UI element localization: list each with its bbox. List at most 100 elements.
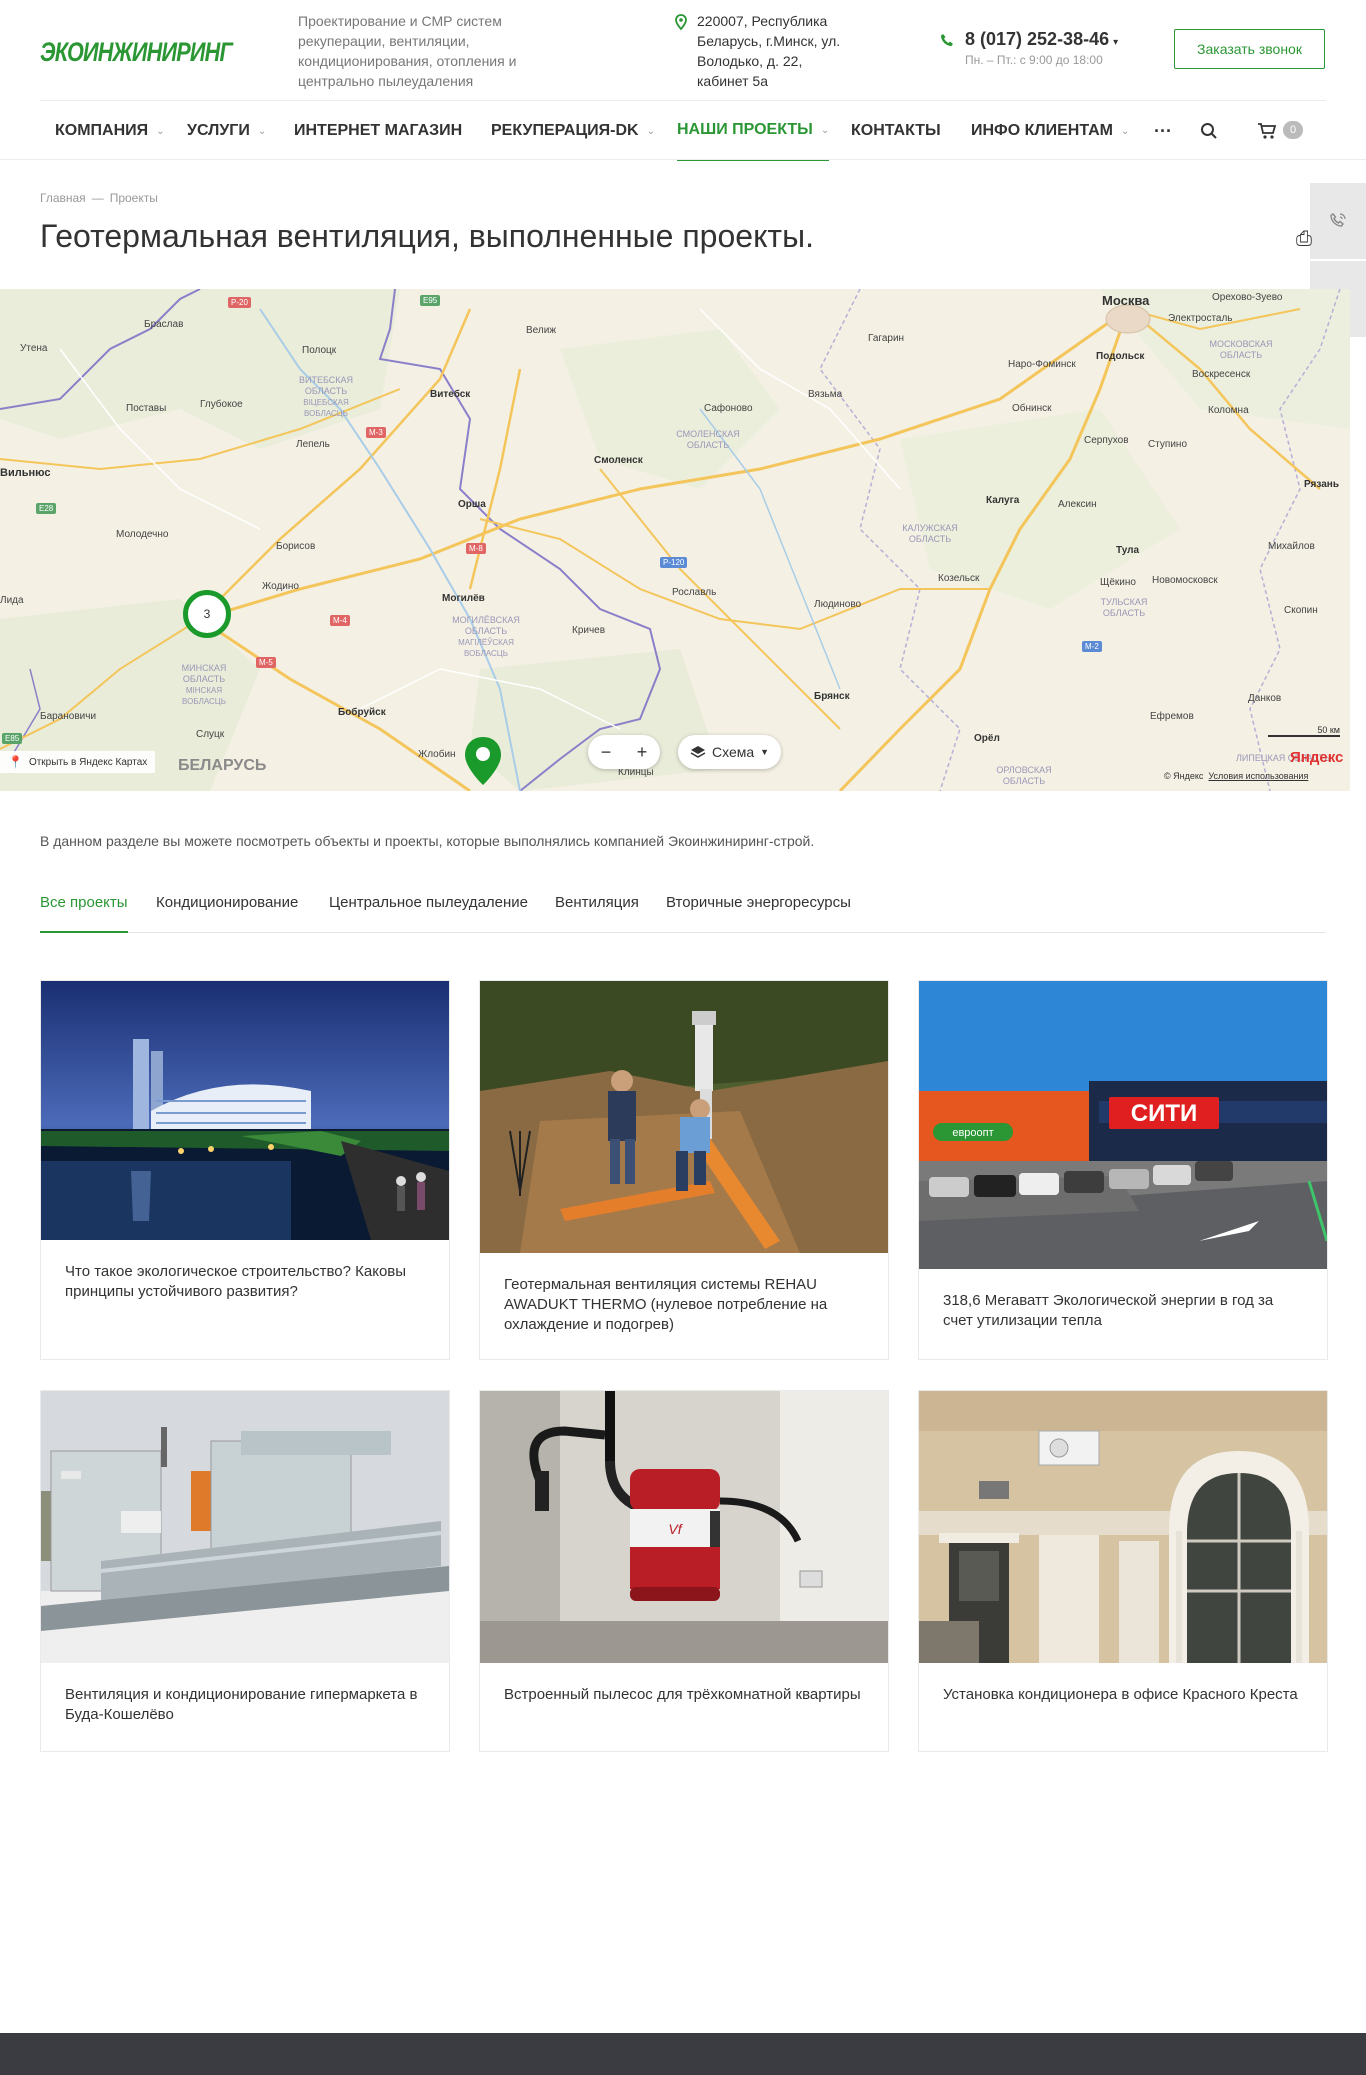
project-image[interactable] [919,1391,1327,1663]
map-city-label: Кричев [572,625,606,636]
cart-button[interactable] [1257,101,1277,161]
nav-item-company[interactable]: Компания ⌄ [55,101,165,161]
map-region-label: Орловская область [996,765,1052,786]
chevron-down-icon: ⌄ [1120,125,1130,137]
print-icon[interactable]: ⎙ [1296,228,1312,251]
tab-dust-removal[interactable]: Центральное пылеудаление [329,894,528,933]
map-city-label: Поставы [126,403,167,414]
map-city-label: Браслав [144,319,184,330]
map-road-badge: M-5 [256,657,276,668]
phone-number[interactable]: 8 (017) 252-38-46 [965,29,1109,49]
map-city-label: Коломна [1208,405,1249,416]
site-logo[interactable]: ЭКОИНЖИНИРИНГ [40,35,234,67]
project-title[interactable]: Вентиляция и кондиционирование гипермарк… [41,1663,449,1725]
map-city-label: Данков [1248,693,1282,704]
map-canvas [0,289,1350,791]
nav-item-projects[interactable]: Наши проекты ⌄ [677,101,830,161]
nav-item-services[interactable]: Услуги ⌄ [187,101,266,161]
project-card[interactable]: Установка кондиционера в офисе Красного … [918,1390,1328,1752]
project-title[interactable]: 318,6 Мегаватт Экологической энергии в г… [919,1269,1327,1331]
tab-all-projects[interactable]: Все проекты [40,894,128,933]
project-card[interactable]: Vf Встроенный пылесос для трёхкомнатной … [479,1390,889,1752]
map-pin-marker[interactable] [462,735,504,787]
map-cluster-marker[interactable]: 3 [183,590,231,638]
breadcrumb-home[interactable]: Главная [40,191,86,205]
project-image[interactable]: Vf [480,1391,888,1663]
search-icon [1201,123,1217,139]
project-title[interactable]: Геотермальная вентиляция системы REHAU A… [480,1253,888,1335]
project-title[interactable]: Встроенный пылесос для трёхкомнатной ква… [480,1663,888,1705]
nav-label: Наши проекты [677,121,813,138]
project-card[interactable]: Вентиляция и кондиционирование гипермарк… [40,1390,450,1752]
nav-label: Контакты [851,122,941,139]
nav-item-client-info[interactable]: Инфо клиентам ⌄ [971,101,1129,161]
zoom-out-button[interactable]: − [588,735,624,769]
project-image[interactable]: СИТИ евроопт [919,981,1327,1269]
open-map-label: Открыть в Яндекс Картах [28,756,148,768]
tab-ventilation[interactable]: Вентиляция [555,894,639,933]
search-button[interactable] [1200,101,1218,161]
map-city-label: Полоцк [302,345,337,356]
map-city-label: Наро-Фоминск [1008,359,1076,370]
map-city-label: Гагарин [868,333,905,344]
nav-item-shop[interactable]: Интернет магазин [294,101,462,161]
project-image[interactable] [480,981,888,1253]
map-city-label: Витебск [430,389,471,400]
map-road-badge: E28 [36,503,57,514]
map-region-label: Смоленская область [676,429,740,450]
map-city-label: Лепель [296,439,330,450]
zoom-in-button[interactable]: + [624,735,660,769]
cart-count-badge: 0 [1283,121,1303,139]
more-menu-icon[interactable]: ··· [1154,101,1172,161]
map-region-label: Витебская область Віцебская вобласць [298,375,354,418]
callback-widget[interactable] [1310,183,1366,259]
map-road-badge: M-3 [366,427,386,438]
nav-item-recuperation[interactable]: Рекуперация-DK ⌄ [491,101,655,161]
tab-conditioning[interactable]: Кондиционирование [156,894,298,933]
nav-label: Услуги [187,122,250,139]
nav-item-contacts[interactable]: Контакты [851,101,941,161]
breadcrumb: Главная — Проекты [40,191,158,205]
project-title[interactable]: Что такое экологическое строительство? К… [41,1240,449,1302]
phone-icon [941,34,953,46]
map-city-label: Жодино [262,581,299,592]
tab-secondary-energy[interactable]: Вторичные энергоресурсы [666,894,851,933]
map-road-badge: E95 [420,295,441,306]
project-card[interactable]: СИТИ евроопт 318,6 Мегаватт Экологическо… [918,980,1328,1360]
breadcrumb-projects[interactable]: Проекты [110,191,158,205]
project-image[interactable] [41,981,449,1240]
phone-dropdown-icon[interactable]: ▾ [1113,37,1118,48]
map-city-label: Михайлов [1268,541,1315,552]
map-city-label: Жлобин [418,749,456,760]
map-city-label: Ефремов [1150,711,1194,722]
map-road-badge: P-120 [660,557,688,568]
yandex-pin-icon: 📍 [8,755,23,769]
map-city-label: Подольск [1096,351,1145,362]
terms-link[interactable]: Условия использования [1208,771,1308,781]
phone-block: 8 (017) 252-38-46 ▾ Пн. – Пт.: с 9:00 до … [940,29,1118,67]
nav-label: Интернет магазин [294,122,463,139]
map-region-label: Минская область Мінская вобласць [181,663,227,706]
map-city-label: Вязьма [808,389,843,400]
header: ЭКОИНЖИНИРИНГ Проектирование и СМР систе… [0,0,1366,100]
map-city-label: Молодечно [116,529,169,540]
nav-label: Инфо клиентам [971,122,1113,139]
project-title[interactable]: Установка кондиционера в офисе Красного … [919,1663,1327,1705]
company-address: 220007, Республика Беларусь, г.Минск, ул… [674,11,854,91]
map-layer-button[interactable]: Схема ▼ [678,735,782,769]
map-layer-label: Схема [712,744,755,760]
map-city-label: Обнинск [1012,403,1052,414]
map-road-badge: P-20 [228,297,251,308]
open-yandex-maps-link[interactable]: 📍 Открыть в Яндекс Картах [0,751,156,773]
project-image[interactable] [41,1391,449,1663]
nav-label: Рекуперация-DK [491,122,639,139]
projects-map[interactable]: Москва Орехово-Зуево Электросталь Подоль… [0,289,1350,791]
address-text: 220007, Республика Беларусь, г.Минск, ул… [697,13,841,89]
order-call-button[interactable]: Заказать звонок [1174,29,1325,69]
project-filter-tabs: Все проекты Кондиционирование Центрально… [40,880,1326,933]
map-city-label: Слуцк [196,729,225,740]
project-card[interactable]: Что такое экологическое строительство? К… [40,980,450,1360]
map-city-label: Козельск [938,573,980,584]
map-region-label: Могилёвская область Магілёўская вобласць [452,615,520,658]
project-card[interactable]: Геотермальная вентиляция системы REHAU A… [479,980,889,1360]
